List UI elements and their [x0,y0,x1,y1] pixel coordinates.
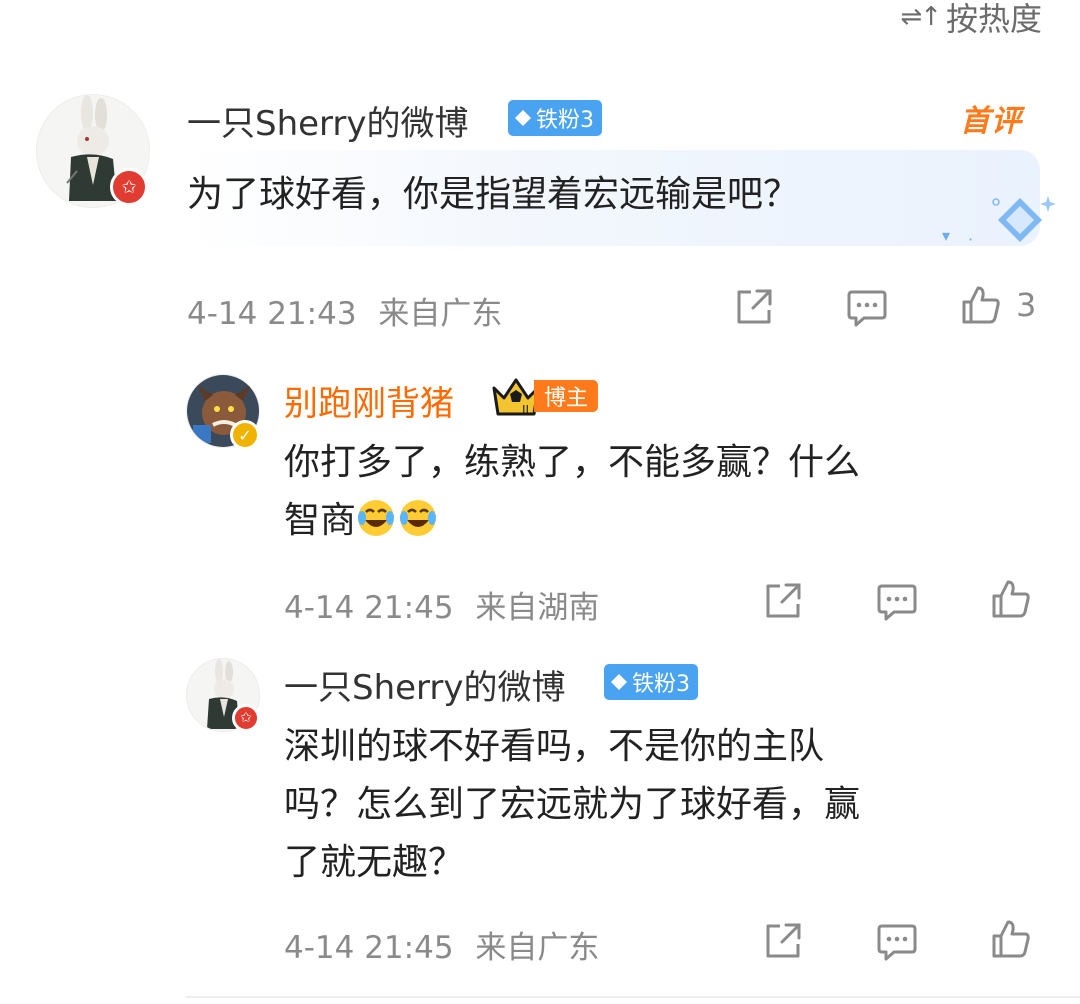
comment-location: 来自广东 [378,296,503,332]
like-button[interactable]: 3 [960,284,1036,326]
like-count: 3 [1016,286,1037,324]
commenter-name[interactable]: 一只Sherry的微博 [284,660,566,709]
comment-meta: 4-14 21:45 来自湖南 [284,582,599,627]
share-icon [766,583,801,618]
comment-location: 来自广东 [475,930,600,966]
comment-icon [877,924,917,961]
comment-thread: ⇌↑ 按热度 ✩ 一只Sherry的微博 铁粉3 首评 为了球好看，你是指望着宏… [0,0,1080,1004]
verified-badge: ✩ [232,704,260,732]
reply-button[interactable] [876,922,918,962]
comment-icon [847,290,887,327]
commenter-name[interactable]: 一只Sherry的微博 [187,96,469,145]
like-button[interactable] [990,578,1032,620]
comment-time: 4-14 21:45 [284,930,454,966]
comment-text: 深圳的球不好看吗，不是你的主队 吗？怎么到了宏远就为了球好看，赢 了就无趣？ [284,726,861,883]
divider [186,996,1080,998]
sort-label: 按热度 [945,0,1042,38]
share-icon [766,923,801,958]
verified-badge: ✩ [110,168,148,206]
like-icon [992,920,1030,958]
sparkle-icon: ▾ [942,226,951,245]
comment-text: 为了球好看，你是指望着宏远输是吧？ [187,174,800,215]
svg-text:II: II [522,403,529,417]
comment-icon [877,584,917,621]
commenter-name[interactable]: 别跑刚背猪 [284,376,454,425]
share-button[interactable] [733,286,775,328]
laugh-cry-emoji [358,500,395,536]
fan-level-badge: 铁粉3 [604,664,698,700]
comment-location: 来自湖南 [475,590,600,626]
comment-text: 你打多了，练熟了，不能多赢？什么 智商 [284,442,861,541]
share-icon [737,289,772,324]
comment-time: 4-14 21:45 [284,590,454,626]
share-button[interactable] [762,580,804,622]
share-button[interactable] [762,920,804,962]
diamond-icon [611,674,627,690]
sort-toggle[interactable]: ⇌↑ 按热度 [900,0,1042,40]
like-icon [992,580,1030,618]
laugh-cry-emoji [400,500,437,536]
comment-meta: 4-14 21:43 来自广东 [187,288,502,333]
blogger-badge: II 博主 [490,378,599,417]
fan-level-badge: 铁粉3 [508,100,602,136]
like-icon [962,286,1000,324]
comment-time: 4-14 21:43 [187,296,357,332]
sparkle-icon: · [968,230,974,249]
sort-icon: ⇌↑ [900,2,942,32]
verified-badge: ✓ [230,420,260,450]
reply-button[interactable] [876,582,918,622]
diamond-icon [515,110,531,126]
diamond-decoration-icon [992,196,1056,242]
like-button[interactable] [990,918,1032,960]
reply-button[interactable] [846,288,888,328]
comment-meta: 4-14 21:45 来自广东 [284,922,599,967]
first-comment-badge: 首评 [960,104,1022,139]
